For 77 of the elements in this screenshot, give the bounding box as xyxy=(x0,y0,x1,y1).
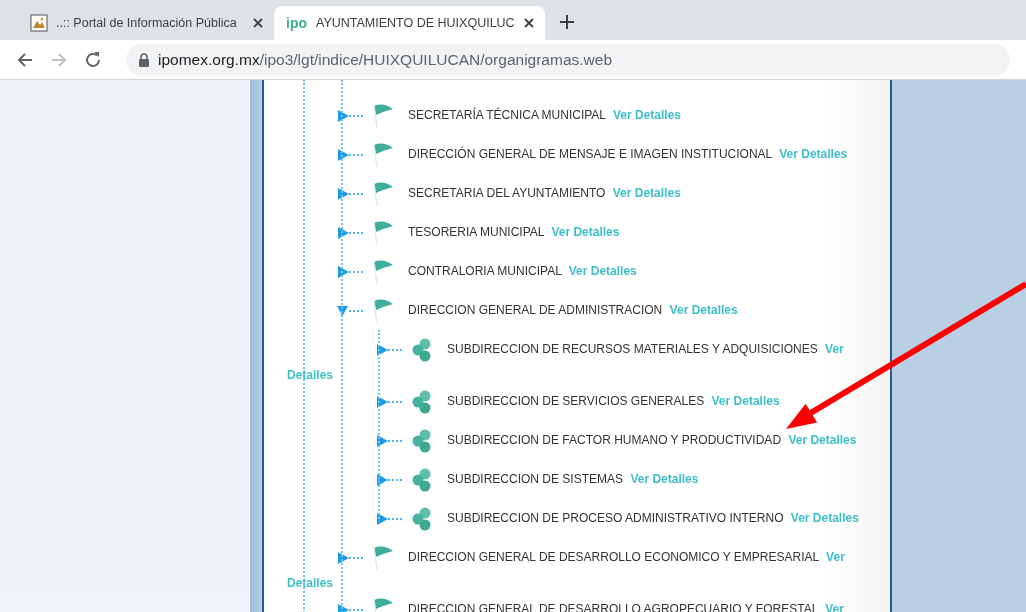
details-link[interactable]: Detalles xyxy=(801,146,848,161)
lock-icon xyxy=(138,52,150,67)
expand-arrow-icon[interactable] xyxy=(376,472,402,487)
back-icon[interactable] xyxy=(16,50,34,69)
details-link[interactable]: Ver xyxy=(825,341,844,356)
details-link[interactable]: Ver xyxy=(779,146,798,161)
unit-name: SUBDIRECCION DE SISTEMAS xyxy=(447,471,624,486)
unit-name: DIRECCION GENERAL DE DESARROLLO AGROPECUARIO Y FORESTAL xyxy=(408,601,818,612)
expand-arrow-icon[interactable] xyxy=(376,342,402,357)
unit-name: SECRETARÍA TÉCNICA MUNICIPAL xyxy=(408,107,606,122)
unit-name: SUBDIRECCION DE PROCESO ADMINISTRATIVO INTERNO xyxy=(447,510,784,525)
group-icon xyxy=(411,467,433,492)
unit-name: TESORERIA MUNICIPAL xyxy=(408,224,545,239)
unit-name: DIRECCION GENERAL DE ADMINISTRACION xyxy=(408,302,663,317)
expand-arrow-icon[interactable] xyxy=(337,550,363,565)
browser-tab[interactable]: ..:: Portal de Información Pública xyxy=(18,6,274,40)
flag-icon xyxy=(372,544,394,571)
group-icon xyxy=(411,506,433,531)
expand-arrow-icon[interactable] xyxy=(376,394,402,409)
close-icon[interactable] xyxy=(252,17,264,29)
flag-icon xyxy=(372,102,394,129)
details-link[interactable]: Ver xyxy=(630,471,650,486)
unit-name: SUBDIRECCION DE FACTOR HUMANO Y PRODUCTIVIDAD xyxy=(447,432,782,447)
details-link[interactable]: Detalles xyxy=(287,368,334,382)
group-icon xyxy=(411,337,433,362)
forward-icon[interactable] xyxy=(50,50,68,69)
collapse-arrow-icon[interactable] xyxy=(337,303,363,318)
details-link[interactable]: Detalles xyxy=(812,510,859,525)
details-link[interactable]: Detalles xyxy=(634,185,681,200)
reload-icon[interactable] xyxy=(84,50,102,69)
details-link[interactable]: Ver xyxy=(825,601,844,612)
details-link[interactable]: Ver xyxy=(826,549,845,564)
details-link[interactable]: Ver xyxy=(568,263,588,278)
address-bar[interactable]: ipomex.org.mx/ipo3/lgt/indice/HUIXQUILUCAN/organigramas.web xyxy=(126,43,1010,76)
details-link[interactable]: Detalles xyxy=(691,302,738,317)
details-link[interactable]: Detalles xyxy=(810,432,857,447)
unit-name: DIRECCION GENERAL DE DESARROLLO ECONOMICO Y EMPRESARIAL xyxy=(408,549,819,564)
details-link[interactable]: Detalles xyxy=(287,576,334,590)
expand-arrow-icon[interactable] xyxy=(376,433,402,448)
details-link[interactable]: Detalles xyxy=(733,393,780,408)
expand-arrow-icon[interactable] xyxy=(337,186,363,201)
flag-icon xyxy=(372,258,394,285)
group-icon xyxy=(411,389,433,414)
unit-name: SECRETARIA DEL AYUNTAMIENTO xyxy=(408,185,606,200)
flag-icon xyxy=(372,141,394,168)
details-link[interactable]: Detalles xyxy=(635,107,681,122)
expand-arrow-icon[interactable] xyxy=(337,108,363,123)
expand-arrow-icon[interactable] xyxy=(337,602,363,612)
details-link[interactable]: Ver xyxy=(551,224,571,239)
expand-arrow-icon[interactable] xyxy=(337,264,363,279)
close-icon[interactable] xyxy=(522,17,535,29)
details-link[interactable]: Ver xyxy=(790,510,810,525)
picture-icon xyxy=(30,14,48,32)
group-icon xyxy=(411,428,433,453)
details-link[interactable]: Detalles xyxy=(573,224,620,239)
details-link[interactable]: Ver xyxy=(711,393,731,408)
details-link[interactable]: Ver xyxy=(788,432,808,447)
tab-title: AYUNTAMIENTO DE HUIXQUILUC xyxy=(316,14,515,32)
expand-arrow-icon[interactable] xyxy=(337,225,363,240)
unit-name: DIRECCIÓN GENERAL DE MENSAJE E IMAGEN INSTITUCIONAL xyxy=(408,146,772,161)
new-tab-icon[interactable] xyxy=(558,14,575,30)
site-logo: ipo xyxy=(286,13,308,33)
unit-name: SUBDIRECCION DE SERVICIOS GENERALES xyxy=(447,393,705,408)
unit-name: SUBDIRECCION DE RECURSOS MATERIALES Y ADQUISICIONES xyxy=(447,341,818,356)
details-link[interactable]: Ver xyxy=(669,302,689,317)
unit-name: CONTRALORIA MUNICIPAL xyxy=(408,263,562,278)
browser-tab[interactable]: ipo AYUNTAMIENTO DE HUIXQUILUC xyxy=(274,6,545,40)
details-link[interactable]: Detalles xyxy=(652,471,699,486)
details-link[interactable]: Ver xyxy=(612,107,632,122)
flag-icon xyxy=(372,297,394,324)
flag-icon xyxy=(372,180,394,207)
tab-title: ..:: Portal de Información Pública xyxy=(56,14,238,32)
expand-arrow-icon[interactable] xyxy=(337,147,363,162)
details-link[interactable]: Detalles xyxy=(590,263,637,278)
details-link[interactable]: Ver xyxy=(612,185,632,200)
flag-icon xyxy=(372,219,394,246)
expand-arrow-icon[interactable] xyxy=(376,511,402,526)
